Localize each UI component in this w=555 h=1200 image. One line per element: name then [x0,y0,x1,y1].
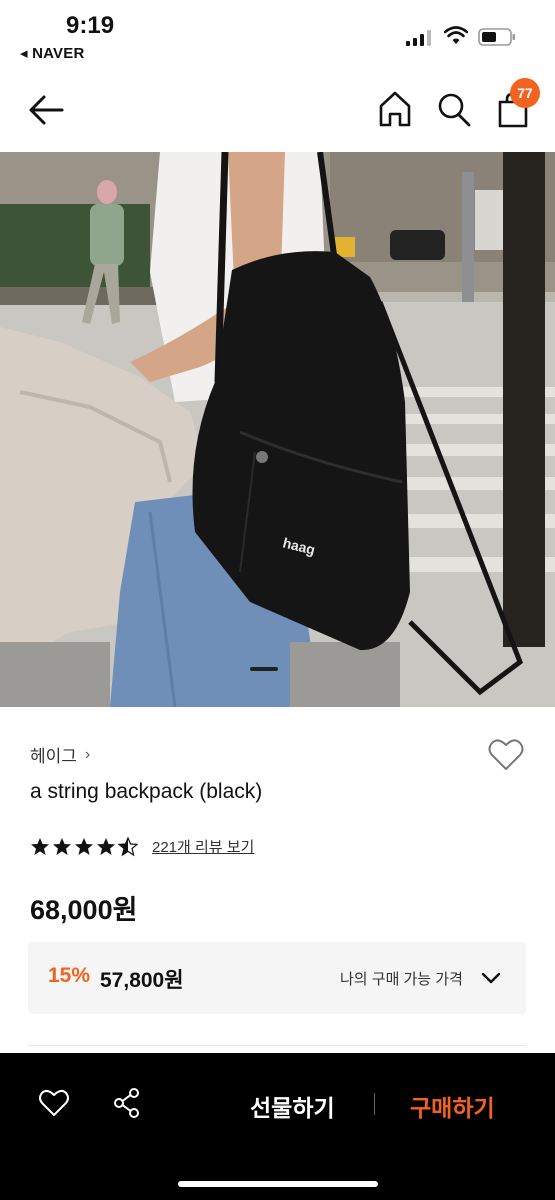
original-price: 68,000원 [30,895,138,925]
my-price-label: 나의 구매 가능 가격 [340,971,463,988]
review-link[interactable]: 221개 리뷰 보기 [152,836,254,857]
home-indicator [178,1181,378,1187]
star-icon [75,837,93,855]
button-separator [374,1093,375,1115]
product-title: a string backpack (black) [30,780,263,803]
star-icon [97,837,115,855]
cart-count-badge: 77 [510,78,540,108]
status-time: 9:19 [66,12,115,39]
app-header: 77 [0,72,555,152]
divider [28,1045,526,1046]
chevron-down-icon[interactable] [480,970,502,986]
product-page: 9:19 ◂ NAVER 77 haag 헤이그 › a string back… [0,0,555,1200]
battery-icon [478,28,515,46]
chevron-right-icon: › [84,745,91,763]
buy-button[interactable]: 구매하기 [410,1089,495,1123]
rating-stars [30,836,138,857]
status-bar: 9:19 ◂ NAVER [0,0,555,72]
star-icon [53,837,71,855]
half-star-icon [118,836,138,856]
bottom-action-bar: 선물하기 구매하기 [0,1053,555,1200]
wifi-icon [444,26,468,44]
share-icon[interactable] [112,1087,142,1119]
home-icon[interactable] [377,90,413,128]
my-price-box[interactable]: 15% 57,800원 나의 구매 가능 가격 [28,942,526,1014]
image-page-indicator [250,667,278,671]
brand-link[interactable]: 헤이그 › [30,742,90,767]
gift-button[interactable]: 선물하기 [250,1089,335,1123]
back-to-naver-link[interactable]: ◂ NAVER [20,44,85,62]
discount-price: 57,800원 [100,969,184,992]
product-image[interactable]: haag [0,152,555,707]
product-photo-illustration: haag [0,152,555,707]
back-arrow-icon[interactable] [26,92,66,128]
discount-percent: 15% [48,964,91,987]
rating-row: 221개 리뷰 보기 [30,836,254,857]
cellular-signal-icon [406,30,431,46]
brand-name: 헤이그 [30,747,77,766]
heart-icon[interactable] [488,738,524,772]
star-icon [31,837,49,855]
search-icon[interactable] [436,90,472,128]
heart-icon[interactable] [38,1088,70,1118]
